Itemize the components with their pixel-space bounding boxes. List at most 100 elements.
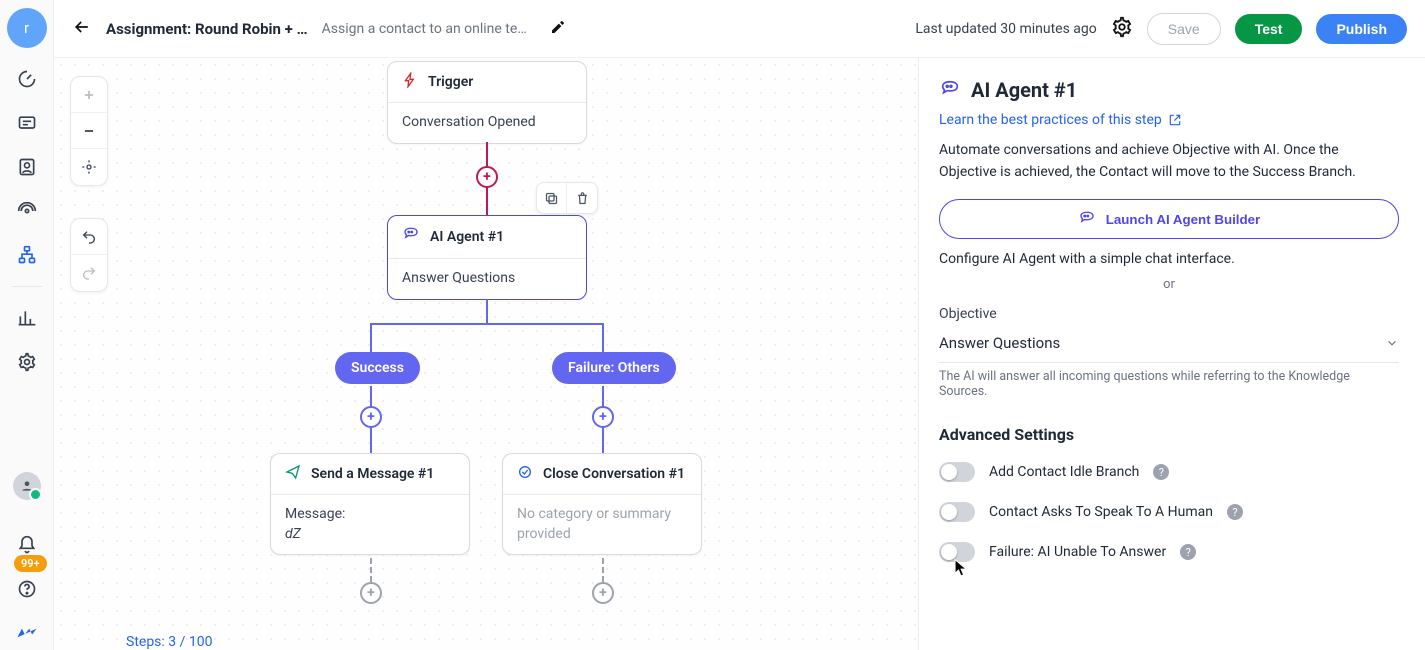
publish-button[interactable]: Publish <box>1316 14 1407 44</box>
close-conversation-icon <box>517 464 533 484</box>
toggle-human-label: Contact Asks To Speak To A Human <box>989 504 1213 520</box>
gauge-icon[interactable] <box>14 66 40 92</box>
canvas-zoom-tools <box>70 76 108 186</box>
toggle-idle-branch[interactable] <box>939 462 975 482</box>
node-trigger-body: Conversation Opened <box>388 103 586 143</box>
nav-divider <box>12 286 42 287</box>
save-button[interactable]: Save <box>1147 13 1221 45</box>
help-idle-icon[interactable]: ? <box>1153 464 1169 480</box>
ai-agent-icon <box>1078 210 1096 228</box>
external-link-icon <box>1168 113 1182 127</box>
node-trigger-title: Trigger <box>428 74 473 90</box>
send-icon <box>285 464 301 484</box>
zoom-in-button[interactable] <box>71 77 107 113</box>
page-header: Assignment: Round Robin + … Assign a con… <box>54 0 1425 58</box>
node-send-body-label: Message: <box>285 505 455 525</box>
help-icon[interactable] <box>14 576 40 602</box>
toggle-idle-label: Add Contact Idle Branch <box>989 464 1139 480</box>
ai-agent-icon <box>939 79 961 101</box>
configure-note: Configure AI Agent with a simple chat in… <box>939 251 1399 267</box>
canvas-history-tools <box>70 218 108 292</box>
chevron-down-icon <box>1385 336 1399 350</box>
edge-send-tail <box>370 558 372 582</box>
toggle-row-unable: Failure: AI Unable To Answer ? <box>939 542 1399 562</box>
broadcast-icon[interactable] <box>14 198 40 224</box>
back-button[interactable] <box>72 17 92 41</box>
user-presence-avatar[interactable] <box>13 472 41 500</box>
step-config-panel: AI Agent #1 Learn the best practices of … <box>918 58 1425 650</box>
toggle-unable-label: Failure: AI Unable To Answer <box>989 544 1166 560</box>
objective-value: Answer Questions <box>939 334 1060 352</box>
add-step-after-send[interactable]: + <box>360 582 382 604</box>
contact-icon[interactable] <box>14 154 40 180</box>
node-close-body: No category or summary provided <box>503 495 701 554</box>
node-send-title: Send a Message #1 <box>311 466 434 482</box>
workspace-avatar[interactable]: r <box>7 8 47 48</box>
reports-icon[interactable] <box>14 305 40 331</box>
left-nav-rail: r 99+ <box>0 0 54 650</box>
branch-success-pill[interactable]: Success <box>335 352 420 384</box>
toggle-row-idle: Add Contact Idle Branch ? <box>939 462 1399 482</box>
panel-title-row: AI Agent #1 <box>939 78 1399 102</box>
panel-title: AI Agent #1 <box>971 78 1077 102</box>
learn-best-practices-link[interactable]: Learn the best practices of this step <box>939 112 1182 128</box>
delete-node-button[interactable] <box>567 183 597 213</box>
node-close-conversation[interactable]: Close Conversation #1 No category or sum… <box>502 453 702 555</box>
steps-value: 3 / 100 <box>168 634 212 650</box>
node-ai-agent[interactable]: AI Agent #1 Answer Questions <box>387 215 587 300</box>
workflow-subtitle: Assign a contact to an online tea… <box>322 21 532 37</box>
ai-agent-icon <box>402 226 420 248</box>
workflow-title: Assignment: Round Robin + … <box>106 20 308 38</box>
edge-to-failure <box>602 323 604 353</box>
node-send-message[interactable]: Send a Message #1 Message: dZ <box>270 453 470 555</box>
edge-agent-out <box>486 299 488 323</box>
node-trigger[interactable]: Trigger Conversation Opened <box>387 61 587 144</box>
edit-title-button[interactable] <box>550 19 566 39</box>
node-action-toolbar <box>536 182 598 214</box>
undo-button[interactable] <box>71 219 107 255</box>
builder-button-label: Launch AI Agent Builder <box>1106 212 1261 227</box>
toggle-speak-to-human[interactable] <box>939 502 975 522</box>
duplicate-node-button[interactable] <box>537 183 567 213</box>
edge-to-success <box>370 323 372 353</box>
add-step-success[interactable]: + <box>360 406 382 428</box>
objective-select[interactable]: Answer Questions <box>939 328 1399 363</box>
node-send-body-value: dZ <box>285 525 455 545</box>
add-step-after-trigger[interactable]: + <box>476 166 498 188</box>
objective-hint: The AI will answer all incoming question… <box>939 369 1399 399</box>
settings-icon[interactable] <box>14 349 40 375</box>
toggle-ai-unable[interactable] <box>939 542 975 562</box>
node-close-title: Close Conversation #1 <box>543 466 685 482</box>
learn-link-text: Learn the best practices of this step <box>939 112 1162 128</box>
notifications-badge: 99+ <box>14 555 47 572</box>
fit-view-button[interactable] <box>71 149 107 185</box>
add-step-failure[interactable]: + <box>592 406 614 428</box>
launch-ai-agent-builder-button[interactable]: Launch AI Agent Builder <box>939 199 1399 239</box>
trigger-icon <box>402 72 418 92</box>
zoom-out-button[interactable] <box>71 113 107 149</box>
advanced-settings-title: Advanced Settings <box>939 425 1399 444</box>
avatar-letter: r <box>24 19 29 37</box>
help-unable-icon[interactable]: ? <box>1180 544 1196 560</box>
edge-agent-split <box>370 323 604 325</box>
or-separator: or <box>939 277 1399 292</box>
node-ai-agent-body: Answer Questions <box>388 259 586 299</box>
steps-label: Steps: <box>126 634 168 650</box>
add-step-after-close[interactable]: + <box>592 582 614 604</box>
objective-label: Objective <box>939 306 1399 322</box>
app-logo[interactable] <box>14 620 40 646</box>
branch-failure-pill[interactable]: Failure: Others <box>552 352 676 384</box>
last-updated-text: Last updated 30 minutes ago <box>915 21 1096 37</box>
toggle-row-human: Contact Asks To Speak To A Human ? <box>939 502 1399 522</box>
panel-description: Automate conversations and achieve Objec… <box>939 140 1399 183</box>
workflow-canvas[interactable]: Trigger Conversation Opened + AI Agent #… <box>54 58 918 650</box>
node-ai-agent-title: AI Agent #1 <box>430 229 504 245</box>
help-human-icon[interactable]: ? <box>1227 504 1243 520</box>
redo-button[interactable] <box>71 255 107 291</box>
workflow-settings-button[interactable] <box>1111 16 1133 42</box>
edge-close-tail <box>602 558 604 582</box>
test-button[interactable]: Test <box>1235 14 1303 44</box>
chat-icon[interactable] <box>14 110 40 136</box>
steps-count: Steps: 3 / 100 <box>126 634 212 650</box>
workflow-icon[interactable] <box>14 242 40 268</box>
